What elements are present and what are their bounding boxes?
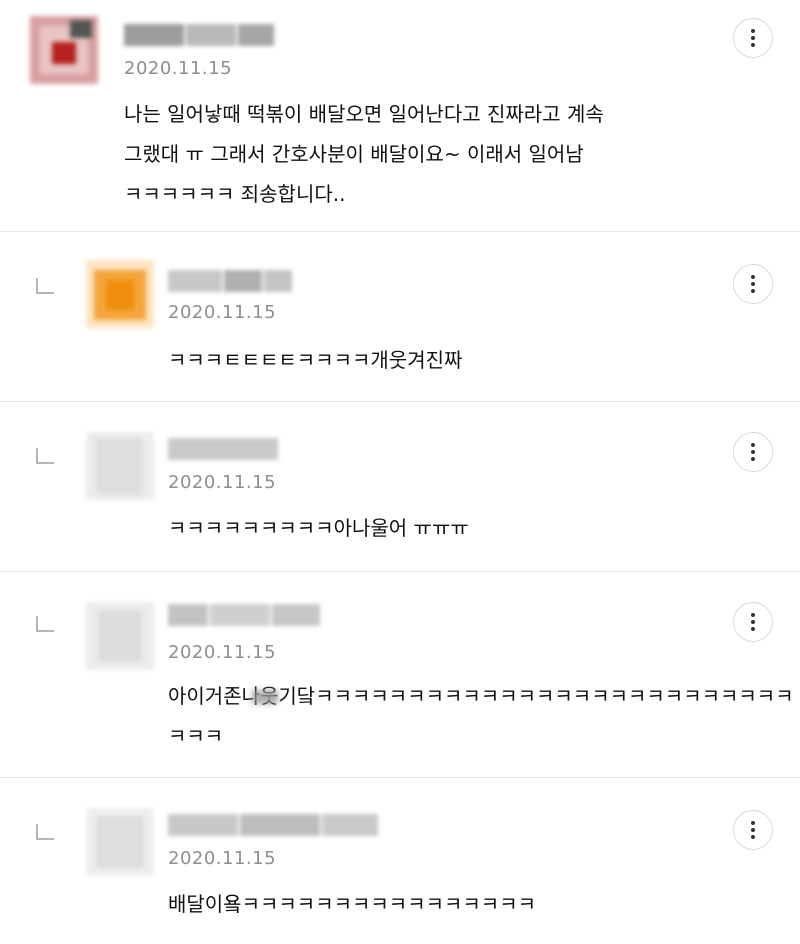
username-blurred[interactable] bbox=[168, 814, 378, 836]
avatar[interactable] bbox=[86, 808, 154, 876]
reply-item: 2020.11.15 배달이욬ㅋㅋㅋㅋㅋㅋㅋㅋㅋㅋㅋㅋㅋㅋㅋㅋ bbox=[0, 778, 800, 944]
comment-text: ㅋㅋㅋㅌㅌㅌㅌㅋㅋㅋㅋ개웃겨진짜 bbox=[168, 348, 463, 372]
reply-item: 2020.11.15 ㅋㅋㅋㅋㅋㅋㅋㅋㅋ아나울어 ㅠㅠㅠ bbox=[0, 402, 800, 572]
comment-text: ㅋㅋㅋㅋㅋㅋㅋㅋㅋ아나울어 ㅠㅠㅠ bbox=[168, 516, 469, 540]
more-options-button[interactable] bbox=[733, 810, 773, 850]
reply-arrow-icon bbox=[36, 448, 54, 464]
comment-item: 2020.11.15 나는 일어낳때 떡볶이 배달오면 일어난다고 진짜라고 계… bbox=[0, 0, 800, 232]
comment-date: 2020.11.15 bbox=[168, 302, 277, 323]
comment-date: 2020.11.15 bbox=[124, 58, 233, 79]
comment-date: 2020.11.15 bbox=[168, 472, 277, 493]
comment-text: 배달이욬ㅋㅋㅋㅋㅋㅋㅋㅋㅋㅋㅋㅋㅋㅋㅋㅋ bbox=[168, 892, 536, 916]
reply-item: 2020.11.15 아이거존나웃기닼ㅋㅋㅋㅋㅋㅋㅋㅋㅋㅋㅋㅋㅋㅋㅋㅋㅋㅋㅋㅋㅋ… bbox=[0, 572, 800, 778]
more-vertical-icon bbox=[751, 443, 755, 461]
username-blurred[interactable] bbox=[168, 438, 278, 460]
comment-date: 2020.11.15 bbox=[168, 642, 277, 663]
reply-arrow-icon bbox=[36, 616, 54, 632]
reply-item: 2020.11.15 ㅋㅋㅋㅌㅌㅌㅌㅋㅋㅋㅋ개웃겨진짜 bbox=[0, 232, 800, 402]
comment-text: 아이거존나웃기닼ㅋㅋㅋㅋㅋㅋㅋㅋㅋㅋㅋㅋㅋㅋㅋㅋㅋㅋㅋㅋㅋㅋㅋㅋㅋㅋ ㅋㅋㅋ bbox=[168, 684, 794, 748]
avatar[interactable] bbox=[86, 432, 154, 500]
username-blurred[interactable] bbox=[168, 270, 292, 292]
more-options-button[interactable] bbox=[733, 264, 773, 304]
more-options-button[interactable] bbox=[733, 432, 773, 472]
username-blurred[interactable] bbox=[124, 24, 274, 46]
reply-arrow-icon bbox=[36, 824, 54, 840]
more-options-button[interactable] bbox=[733, 18, 773, 58]
more-vertical-icon bbox=[751, 821, 755, 839]
more-options-button[interactable] bbox=[733, 602, 773, 642]
more-vertical-icon bbox=[751, 29, 755, 47]
avatar[interactable] bbox=[86, 602, 154, 670]
more-vertical-icon bbox=[751, 613, 755, 631]
censor-smudge bbox=[252, 690, 278, 704]
avatar[interactable] bbox=[86, 260, 154, 328]
username-blurred[interactable] bbox=[168, 604, 320, 626]
comment-date: 2020.11.15 bbox=[168, 848, 277, 869]
reply-arrow-icon bbox=[36, 278, 54, 294]
avatar[interactable] bbox=[30, 16, 98, 84]
more-vertical-icon bbox=[751, 275, 755, 293]
comment-text: 나는 일어낳때 떡볶이 배달오면 일어난다고 진짜라고 계속 그랬대 ㅠ 그래서… bbox=[124, 102, 604, 206]
